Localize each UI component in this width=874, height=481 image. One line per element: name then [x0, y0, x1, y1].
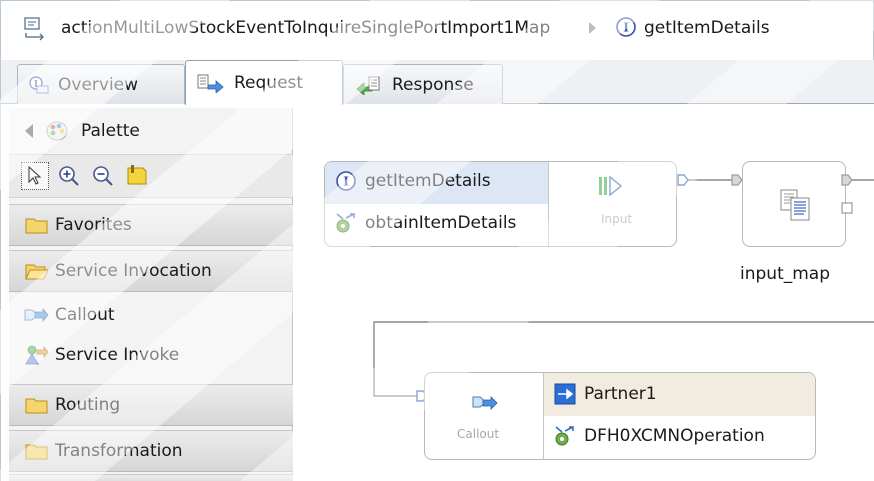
palette-title: Palette: [81, 121, 140, 141]
tab-request[interactable]: Request: [185, 60, 343, 105]
input-node[interactable]: I getItemDetails obtainItemDetails Input: [324, 161, 677, 247]
mediation-editor: Palette Favorites Service Invocation Cal…: [0, 104, 874, 481]
drawer-routing-label: Routing: [55, 395, 121, 415]
map-fail-terminal-icon[interactable]: [841, 202, 853, 214]
palette-entry-service-invoke-label: Service Invoke: [55, 345, 180, 365]
reference-icon: [554, 425, 576, 447]
drawer-transformation-label: Transformation: [55, 441, 183, 461]
callout-node[interactable]: Callout Partner1 DFH0XCMNOperation: [424, 372, 816, 460]
breadcrumb: actionMultiLowStockEventToInquireSingleP…: [0, 0, 874, 60]
input-reference-row[interactable]: obtainItemDetails: [325, 212, 516, 234]
interface-operation-icon: I: [615, 16, 637, 38]
map-output-terminal-icon[interactable]: [841, 174, 853, 186]
palette-entry-callout[interactable]: Callout: [23, 300, 115, 330]
input-terminal-icon[interactable]: [731, 174, 743, 186]
drawer-favorites[interactable]: Favorites: [9, 204, 293, 246]
note-icon[interactable]: [123, 162, 151, 190]
tab-response[interactable]: Response: [343, 64, 503, 104]
folder-icon: [25, 442, 49, 460]
tab-overview[interactable]: I Overview: [17, 64, 185, 104]
response-icon: [354, 75, 384, 95]
editor-tab-bar: I Overview Request Response: [0, 60, 874, 105]
drawer-service-invocation-label: Service Invocation: [55, 261, 212, 281]
overview-icon: I: [28, 75, 50, 95]
select-tool-icon[interactable]: [21, 162, 49, 190]
service-invoke-icon: [23, 344, 49, 366]
input-primitive-icon: [597, 173, 623, 199]
input-node-divider: [548, 162, 549, 246]
tab-overview-label: Overview: [58, 74, 139, 95]
tab-response-label: Response: [392, 74, 474, 95]
tab-request-label: Request: [234, 73, 304, 93]
mediation-map-icon[interactable]: [23, 15, 49, 41]
callout-operation-row[interactable]: DFH0XCMNOperation: [544, 425, 765, 447]
palette-header: Palette: [9, 108, 293, 154]
callout-primitive-icon: [471, 391, 499, 415]
drawer-transformation[interactable]: Transformation: [9, 430, 293, 472]
output-terminal-icon[interactable]: [677, 174, 689, 186]
xsl-map-icon: [779, 188, 813, 222]
svg-text:I: I: [343, 175, 349, 189]
drawer-routing[interactable]: Routing: [9, 384, 293, 426]
breadcrumb-separator-icon: [589, 22, 596, 34]
folder-open-icon: [25, 262, 49, 280]
input-operation-row[interactable]: I getItemDetails: [325, 170, 491, 192]
palette-entry-service-invoke[interactable]: Service Invoke: [23, 340, 179, 370]
input-reference-label: obtainItemDetails: [365, 213, 517, 233]
palette: Palette Favorites Service Invocation Cal…: [9, 108, 293, 481]
callout-partner-row[interactable]: Partner1: [544, 383, 657, 405]
palette-tools: [9, 154, 293, 198]
input-map-node[interactable]: [742, 161, 846, 247]
folder-icon: [25, 396, 49, 414]
flow-canvas[interactable]: I getItemDetails obtainItemDetails Input: [294, 104, 874, 481]
palette-icon: [45, 119, 69, 143]
callout-icon: [23, 304, 49, 326]
callout-primitive-label: Callout: [457, 427, 500, 441]
callout-partner-label: Partner1: [584, 384, 657, 404]
partner-reference-icon: [554, 383, 576, 405]
input-map-label: input_map: [740, 264, 830, 284]
palette-collapse-icon[interactable]: [25, 124, 33, 138]
drawer-next[interactable]: [9, 474, 293, 481]
breadcrumb-map-name[interactable]: actionMultiLowStockEventToInquireSingleP…: [61, 18, 550, 38]
breadcrumb-operation[interactable]: getItemDetails: [644, 18, 770, 38]
folder-icon: [25, 216, 49, 234]
reference-icon: [335, 212, 357, 234]
zoom-in-icon[interactable]: [55, 162, 83, 190]
input-operation-label: getItemDetails: [365, 171, 491, 191]
drawer-favorites-label: Favorites: [55, 215, 132, 235]
callout-operation-label: DFH0XCMNOperation: [584, 426, 765, 446]
interface-operation-icon: I: [335, 170, 357, 192]
svg-text:I: I: [623, 21, 629, 35]
zoom-out-icon[interactable]: [89, 162, 117, 190]
drawer-service-invocation[interactable]: Service Invocation: [9, 250, 293, 292]
palette-entry-callout-label: Callout: [55, 305, 115, 325]
input-primitive-label: Input: [601, 212, 633, 226]
request-icon: [196, 73, 226, 93]
